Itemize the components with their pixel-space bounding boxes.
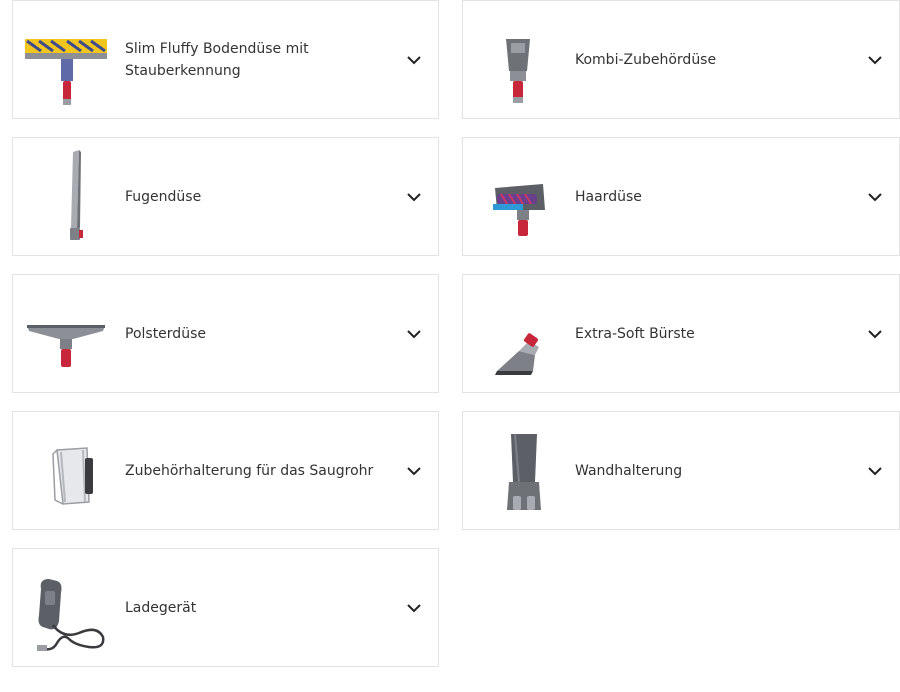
accessory-label: Slim Fluffy Bodendüse mit Stauberkennung [125, 40, 309, 79]
accessory-card-wall-dock[interactable]: Wandhalterung [462, 411, 900, 530]
accessory-card-soft-brush[interactable]: Extra-Soft Bürste [462, 274, 900, 393]
hair-screw-tool-icon [473, 148, 563, 246]
chevron-down-icon[interactable] [867, 53, 883, 67]
accessory-label: Extra-Soft Bürste [575, 325, 695, 342]
crevice-tool-icon [23, 148, 113, 246]
accessory-label: Fugendüse [125, 188, 202, 205]
accessory-card-upholstery-tool[interactable]: Polsterdüse [12, 274, 439, 393]
accessory-card-crevice-tool[interactable]: Fugendüse [12, 137, 439, 256]
charger-icon [23, 559, 113, 657]
chevron-down-icon[interactable] [406, 327, 422, 341]
wall-dock-icon [473, 422, 563, 520]
accessory-label: Wandhalterung [575, 462, 683, 479]
accessory-label: Kombi-Zubehördüse [575, 51, 717, 68]
accessory-card-fluffy-floor-head[interactable]: Slim Fluffy Bodendüse mit Stauberkennung [12, 0, 439, 119]
accessory-card-accessory-clip[interactable]: Zubehörhalterung für das Saugrohr [12, 411, 439, 530]
chevron-down-icon[interactable] [406, 464, 422, 478]
chevron-down-icon[interactable] [406, 601, 422, 615]
accessory-label: Zubehörhalterung für das Saugrohr [125, 462, 374, 479]
combination-tool-icon [473, 11, 563, 109]
chevron-down-icon[interactable] [406, 53, 422, 67]
chevron-down-icon[interactable] [867, 190, 883, 204]
accessory-clip-icon [23, 422, 113, 520]
chevron-down-icon[interactable] [406, 190, 422, 204]
accessory-card-charger[interactable]: Ladegerät [12, 548, 439, 667]
chevron-down-icon[interactable] [867, 327, 883, 341]
chevron-down-icon[interactable] [867, 464, 883, 478]
fluffy-floor-head-icon [23, 11, 113, 109]
soft-brush-icon [473, 285, 563, 383]
accessory-card-hair-screw-tool[interactable]: Haardüse [462, 137, 900, 256]
accessory-card-combination-tool[interactable]: Kombi-Zubehördüse [462, 0, 900, 119]
accessory-label: Polsterdüse [125, 325, 206, 342]
accessory-label: Haardüse [575, 188, 642, 205]
upholstery-tool-icon [23, 285, 113, 383]
accessory-label: Ladegerät [125, 599, 197, 616]
